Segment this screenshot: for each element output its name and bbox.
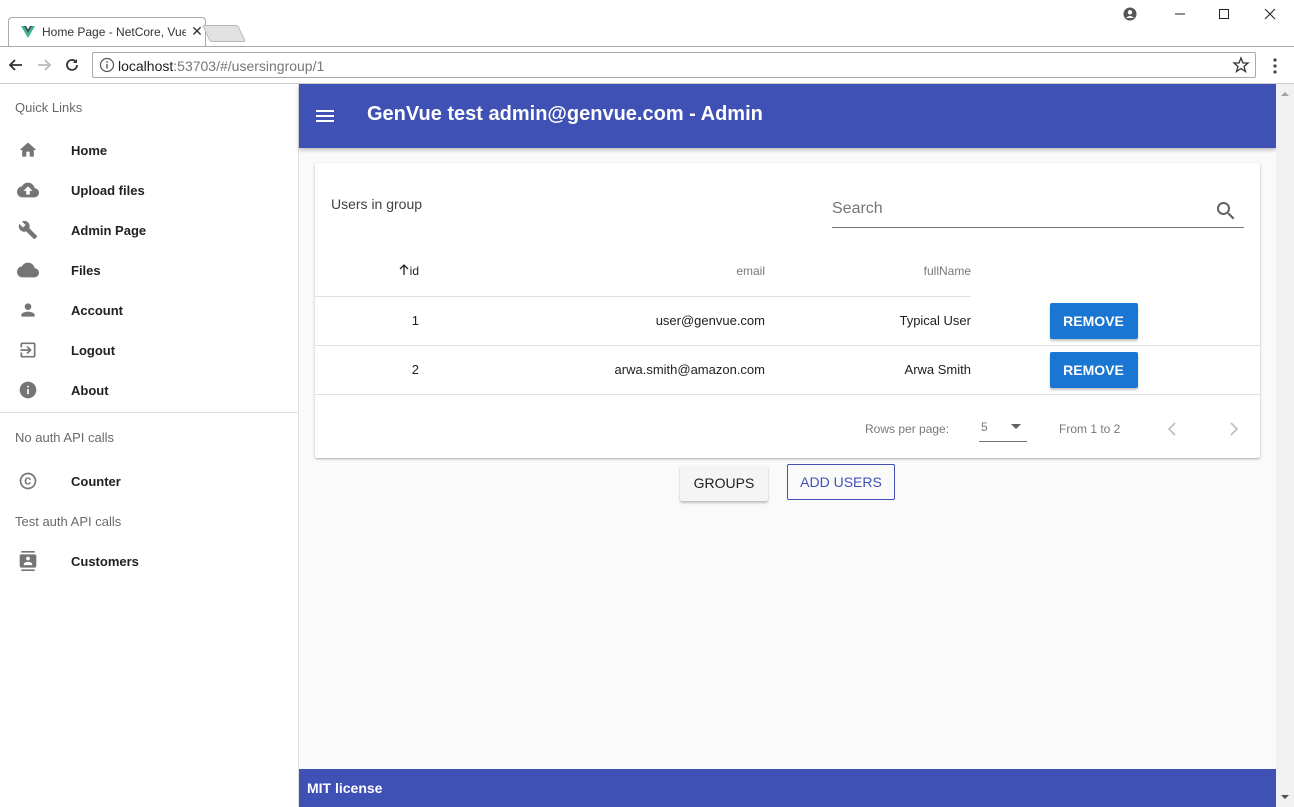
person-icon (16, 298, 40, 322)
table-row: 1 user@genvue.com Typical User REMOVE (315, 296, 1260, 346)
table-pagination: Rows per page: 5 From 1 to 2 (315, 400, 1260, 458)
cell-email: arwa.smith@amazon.com (419, 345, 765, 395)
vue-logo-icon (21, 25, 35, 38)
copyright-icon (16, 469, 40, 493)
users-table: id email fullName 1 user@genvue.com Typi… (315, 247, 1260, 395)
main-content: GenVue test admin@genvue.com - Admin Use… (299, 84, 1276, 807)
url-text: localhost:53703/#/usersingroup/1 (118, 58, 325, 74)
add-users-button[interactable]: ADD USERS (787, 464, 895, 500)
nav-item-about[interactable]: About (0, 370, 298, 410)
column-header-id[interactable]: id (315, 247, 419, 297)
cell-id: 2 (315, 345, 419, 395)
pagination-range: From 1 to 2 (1059, 422, 1121, 436)
table-row: 2 arwa.smith@amazon.com Arwa Smith REMOV… (315, 345, 1260, 395)
column-label-id: id (409, 264, 419, 279)
browser-menu-icon[interactable] (1266, 57, 1284, 75)
nav-label: Account (71, 302, 123, 318)
bookmark-star-icon[interactable] (1232, 56, 1250, 74)
info-icon (16, 378, 40, 402)
back-icon[interactable] (6, 55, 26, 75)
wrench-icon (16, 218, 40, 242)
rows-per-page-select[interactable]: 5 (979, 414, 1027, 442)
maximize-icon[interactable] (1212, 4, 1236, 24)
browser-titlebar: Home Page - NetCore, Vue ✕ (0, 0, 1294, 46)
cloud-icon (16, 258, 40, 282)
nav-label: Logout (71, 342, 116, 358)
nav-item-files[interactable]: Files (0, 250, 298, 290)
nav-label: Admin Page (71, 222, 147, 238)
forward-icon[interactable] (34, 55, 54, 75)
groups-button[interactable]: GROUPS (680, 465, 768, 501)
nav-label: Home (71, 142, 108, 158)
scroll-up-icon[interactable] (1281, 92, 1289, 96)
search-field[interactable] (832, 193, 1244, 228)
reload-icon[interactable] (62, 55, 82, 75)
profile-icon[interactable] (1118, 4, 1142, 24)
page-scrollbar[interactable] (1276, 84, 1294, 807)
menu-icon[interactable] (313, 104, 337, 128)
browser-toolbar: localhost:53703/#/usersingroup/1 (0, 46, 1294, 84)
nav-label: Upload files (71, 182, 145, 198)
column-header-email[interactable]: email (419, 247, 765, 297)
quick-links-header: Quick Links (15, 99, 83, 115)
chevron-right-icon[interactable] (1222, 417, 1246, 441)
app-bar: GenVue test admin@genvue.com - Admin (299, 84, 1276, 148)
nav-item-admin-page[interactable]: Admin Page (0, 210, 298, 250)
cell-action: REMOVE (971, 345, 1260, 395)
cell-fullname: Arwa Smith (765, 345, 971, 395)
table-header-row: id email fullName (315, 247, 1260, 297)
cloud-upload-icon (16, 178, 40, 202)
cell-id: 1 (315, 296, 419, 346)
navigation-drawer: Quick Links Home Upload files Admin Page… (0, 84, 299, 807)
app: Quick Links Home Upload files Admin Page… (0, 84, 1294, 807)
minimize-icon[interactable] (1168, 4, 1192, 24)
app-title: GenVue test admin@genvue.com - Admin (367, 103, 763, 125)
contacts-icon (16, 549, 40, 573)
exit-icon (16, 338, 40, 362)
nav-item-customers[interactable]: Customers (0, 541, 298, 581)
rows-per-page-label: Rows per page: (865, 422, 950, 436)
dropdown-caret-icon (1011, 424, 1021, 429)
cell-fullname: Typical User (765, 296, 971, 346)
column-header-actions (971, 247, 1260, 296)
nav-label: Files (71, 262, 101, 278)
sort-arrow-up-icon (399, 264, 409, 276)
nav-item-logout[interactable]: Logout (0, 330, 298, 370)
nav-item-counter[interactable]: Counter (0, 461, 298, 501)
column-header-fullname[interactable]: fullName (765, 247, 971, 297)
nav-label: About (71, 382, 109, 398)
card-title: Users in group (331, 196, 423, 212)
license-text: MIT license (307, 780, 383, 796)
remove-button[interactable]: REMOVE (1049, 302, 1138, 339)
nav-label: Counter (71, 473, 121, 489)
address-bar[interactable]: localhost:53703/#/usersingroup/1 (92, 52, 1256, 78)
nav-item-home[interactable]: Home (0, 130, 298, 170)
tab-title: Home Page - NetCore, Vue (42, 24, 186, 39)
scroll-down-icon[interactable] (1281, 795, 1289, 799)
nav-label: Customers (71, 553, 139, 569)
search-input[interactable] (832, 200, 1202, 218)
cell-action: REMOVE (971, 296, 1260, 346)
home-icon (16, 138, 40, 162)
test-auth-header: Test auth API calls (15, 513, 122, 529)
users-card: Users in group id email fullName (315, 163, 1260, 458)
nav-item-account[interactable]: Account (0, 290, 298, 330)
close-window-icon[interactable] (1258, 4, 1282, 24)
info-icon[interactable] (99, 57, 115, 73)
no-auth-header: No auth API calls (15, 429, 114, 445)
nav-item-upload-files[interactable]: Upload files (0, 170, 298, 210)
new-tab-button[interactable] (202, 25, 246, 42)
rows-per-page-value: 5 (981, 420, 988, 434)
search-icon[interactable] (1214, 199, 1238, 223)
chevron-left-icon[interactable] (1160, 417, 1184, 441)
app-footer: MIT license (299, 769, 1276, 807)
remove-button[interactable]: REMOVE (1049, 351, 1138, 388)
cell-email: user@genvue.com (419, 296, 765, 346)
